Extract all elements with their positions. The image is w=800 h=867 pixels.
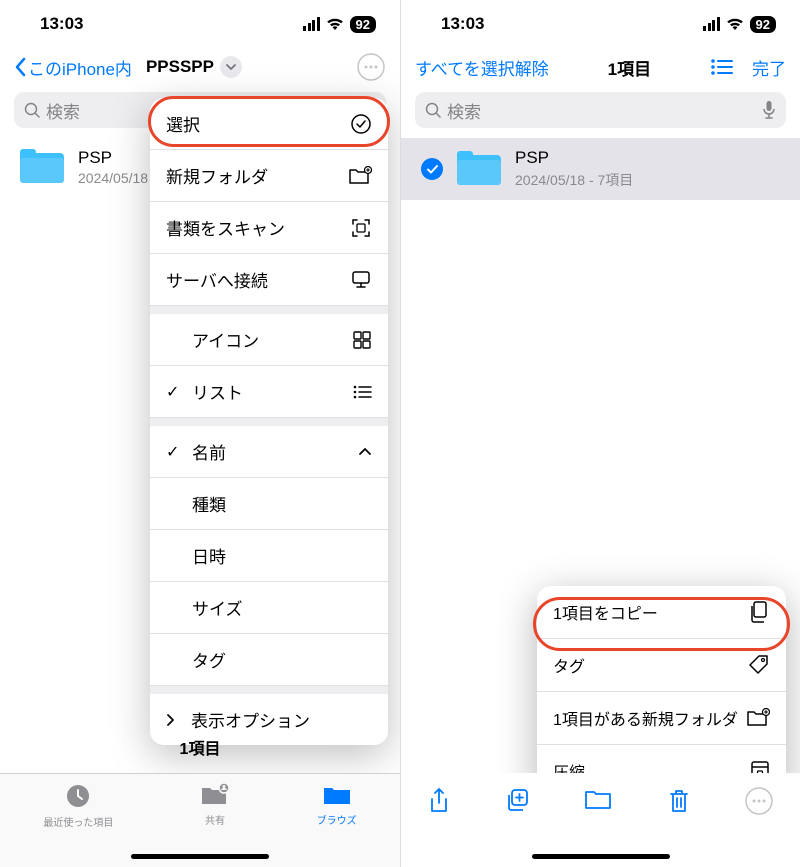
menu-select[interactable]: 選択 [150,98,388,150]
cellular-icon [703,17,720,31]
search-icon [425,102,441,118]
status-bar: 13:03 92 [0,0,400,48]
share-button[interactable] [428,787,450,815]
ellipsis-circle-icon [745,787,773,815]
clock-icon [64,782,92,810]
folder-plus-icon [746,708,770,728]
file-name: PSP [515,148,633,168]
nav-title: PPSSPP [146,57,214,77]
battery-badge: 92 [750,16,776,33]
menu-sort-name[interactable]: ✓名前 [150,426,388,478]
home-indicator[interactable] [532,854,670,859]
home-indicator[interactable] [131,854,269,859]
file-date: 2024/05/18 [78,170,148,186]
list-toggle-icon[interactable] [710,58,734,76]
action-tag[interactable]: タグ [537,639,786,692]
tab-recents[interactable]: 最近使った項目 [43,782,113,867]
nav-bar: このiPhone内 PPSSPP [0,48,400,86]
file-meta: 2024/05/18 - 7項目 [515,170,633,190]
shared-folder-icon [200,782,230,808]
cellular-icon [303,17,320,31]
checkmark-icon [421,158,443,180]
share-icon [428,787,450,815]
item-count: 1項目 [0,735,400,759]
chevron-down-icon [220,56,242,78]
status-right: 92 [303,16,376,33]
more-button[interactable] [356,52,386,82]
status-time: 13:03 [441,14,484,34]
file-name: PSP [78,148,148,168]
list-icon [352,384,372,400]
server-icon [350,269,372,291]
menu-sort-kind[interactable]: 種類 [150,478,388,530]
nav-bar: すべてを選択解除 1項目 完了 [401,48,800,86]
back-label: このiPhone内 [28,55,132,80]
action-menu: 1項目をコピー タグ 1項目がある新規フォルダ 圧縮 [537,586,786,797]
tag-icon [748,654,770,676]
folder-icon [20,149,64,185]
menu-icons-view[interactable]: アイコン [150,314,388,366]
search-icon [24,102,40,118]
status-bar: 13:03 92 [401,0,800,48]
selection-count: 1項目 [553,55,706,80]
more-button[interactable] [745,787,773,815]
menu-sort-date[interactable]: 日時 [150,530,388,582]
phone-left: 13:03 92 このiPhone内 PPSSPP 検索 [0,0,400,867]
move-button[interactable] [584,787,612,811]
status-time: 13:03 [40,14,83,34]
action-new-folder[interactable]: 1項目がある新規フォルダ [537,692,786,745]
phone-right: 13:03 92 すべてを選択解除 1項目 完了 検索 PSP 202 [400,0,800,867]
duplicate-button[interactable] [504,787,530,813]
menu-sort-tag[interactable]: タグ [150,634,388,686]
duplicate-icon [504,787,530,813]
done-button[interactable]: 完了 [752,55,786,80]
status-right: 92 [703,16,776,33]
action-copy[interactable]: 1項目をコピー [537,586,786,639]
wifi-icon [326,17,344,31]
deselect-all-button[interactable]: すべてを選択解除 [415,55,549,80]
folder-plus-icon [348,166,372,186]
folder-icon [457,151,501,187]
back-button[interactable]: このiPhone内 [14,55,132,80]
scan-icon [350,217,372,239]
list-item-selected[interactable]: PSP 2024/05/18 - 7項目 [401,138,800,200]
chevron-up-icon [358,447,372,457]
search-wrap: 検索 [401,86,800,138]
chevron-right-icon [166,713,175,727]
context-menu: 選択 新規フォルダ 書類をスキャン サーバへ接続 アイコン ✓リスト ✓名前 [150,98,388,745]
menu-connect-server[interactable]: サーバへ接続 [150,254,388,306]
ellipsis-circle-icon [357,53,385,81]
folder-icon [584,787,612,811]
chevron-left-icon [14,57,26,77]
nav-title-wrap[interactable]: PPSSPP [146,56,242,78]
menu-new-folder[interactable]: 新規フォルダ [150,150,388,202]
tab-bar: 最近使った項目 共有 ブラウズ [0,773,400,867]
grid-icon [352,330,372,350]
wifi-icon [726,17,744,31]
menu-sort-size[interactable]: サイズ [150,582,388,634]
menu-scan[interactable]: 書類をスキャン [150,202,388,254]
tab-browse[interactable]: ブラウズ [317,782,357,867]
select-circle-icon [350,113,372,135]
search-placeholder: 検索 [447,98,756,123]
menu-list-view[interactable]: ✓リスト [150,366,388,418]
folder-icon [322,782,352,808]
mic-icon[interactable] [762,100,776,120]
bottom-toolbar [401,773,800,867]
search-input[interactable]: 検索 [415,92,786,128]
delete-button[interactable] [667,787,691,815]
battery-badge: 92 [350,16,376,33]
copy-icon [748,600,770,624]
trash-icon [667,787,691,815]
